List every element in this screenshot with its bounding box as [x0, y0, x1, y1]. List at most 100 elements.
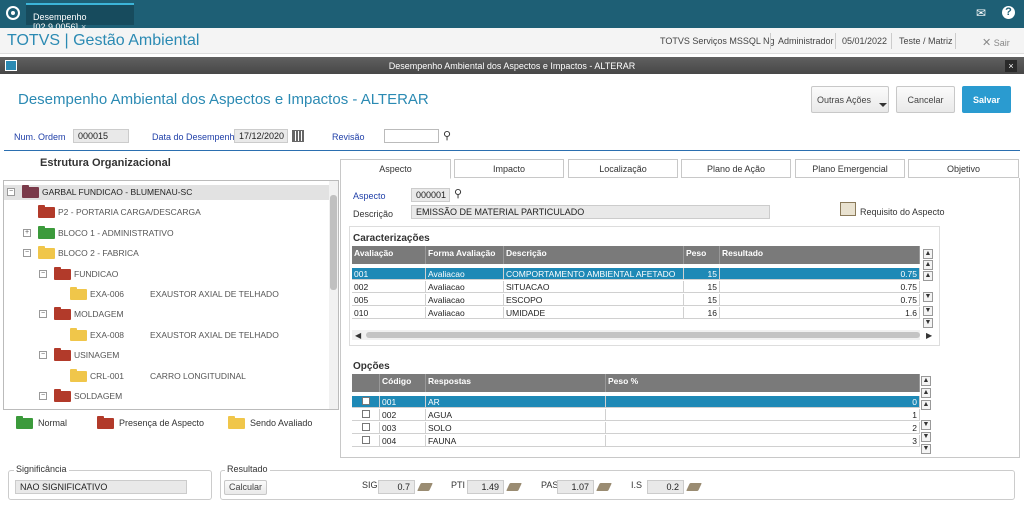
scroll-down-icon[interactable]: ▼ [923, 318, 933, 328]
col-header-check[interactable] [352, 374, 380, 392]
tab-localiza-o[interactable]: Localização [568, 159, 678, 178]
col-header-avaliacao[interactable]: Avaliação [352, 246, 426, 264]
scroll-down-icon[interactable]: ▼ [923, 292, 933, 302]
opcoes-grid[interactable]: Código Respostas Peso % 001 AR 0 002 AGUA 1 003 SO… [352, 374, 931, 454]
tab-impacto[interactable]: Impacto [454, 159, 564, 178]
tree-item[interactable]: − MOLDAGEM [4, 307, 330, 322]
document-icon[interactable] [840, 202, 856, 216]
tree-item[interactable]: − BLOCO 2 - FABRICA [4, 246, 330, 261]
col-header-peso[interactable]: Peso [684, 246, 720, 264]
col-header-forma[interactable]: Forma Avaliação [426, 246, 504, 264]
tree-item[interactable]: − SOLDAGEM [4, 389, 330, 404]
search-icon[interactable]: ⚲ [454, 187, 462, 200]
tree-item[interactable]: CRL-001 CARRO LONGITUDINAL [4, 368, 330, 384]
data-field[interactable]: 17/12/2020 [234, 129, 288, 143]
tab-objetivo[interactable]: Objetivo [908, 159, 1019, 178]
cell-check[interactable] [352, 396, 380, 408]
exit-button[interactable]: ✕ Sair [982, 36, 1010, 49]
table-row[interactable]: 002 AGUA 1 [352, 409, 920, 421]
table-row[interactable]: 002 Avaliacao SITUACAO 15 0.75 [352, 281, 920, 293]
tree-scroll-thumb[interactable] [330, 195, 337, 290]
cell-check[interactable] [352, 409, 380, 421]
pti-field[interactable]: 1.49 [467, 480, 504, 494]
cell-resultado: 0.75 [720, 281, 920, 293]
cell-peso: 1 [606, 409, 920, 421]
expander-icon[interactable]: − [7, 188, 15, 196]
calendar-icon[interactable] [292, 130, 304, 142]
expander-icon[interactable]: − [39, 310, 47, 319]
tree-item[interactable]: EXA-006 EXAUSTOR AXIAL DE TELHADO [4, 287, 330, 302]
divider [770, 33, 771, 49]
descricao-field[interactable]: EMISSÃO DE MATERIAL PARTICULADO [411, 205, 770, 219]
checkbox[interactable] [362, 410, 370, 418]
table-row[interactable]: 001 AR 0 [352, 396, 920, 408]
checkbox[interactable] [362, 436, 370, 444]
scroll-right-icon[interactable]: ▶ [926, 331, 932, 340]
tree-item[interactable]: − GARBAL FUNDICAO - BLUMENAU-SC [4, 185, 330, 200]
checkbox[interactable] [362, 397, 370, 405]
tab-aspecto[interactable]: Aspecto [340, 159, 451, 179]
browser-tab[interactable]: Desempenho [02.9.0056] × [26, 3, 134, 32]
col-header-descricao[interactable]: Descrição [504, 246, 684, 264]
col-header-respostas[interactable]: Respostas [426, 374, 606, 392]
checkbox[interactable] [362, 423, 370, 431]
caracterizacoes-grid[interactable]: Avaliação Forma Avaliação Descrição Peso Res… [352, 246, 933, 328]
mail-icon[interactable]: ✉ [976, 6, 986, 20]
calcular-button[interactable]: Calcular [224, 480, 267, 495]
save-button[interactable]: Salvar [962, 86, 1011, 113]
sig-field[interactable]: 0.7 [378, 480, 415, 494]
scroll-up-icon[interactable]: ▲ [921, 376, 931, 386]
cell-avaliacao: 002 [352, 281, 426, 293]
outras-acoes-button[interactable]: Outras Ações [811, 86, 889, 113]
col-header-peso[interactable]: Peso % [606, 374, 920, 392]
tree-item[interactable]: EXA-008 EXAUSTOR AXIAL DE TELHADO [4, 327, 330, 343]
scroll-up-icon[interactable]: ▲ [923, 260, 933, 270]
scroll-up-icon[interactable]: ▲ [921, 388, 931, 398]
col-header-resultado[interactable]: Resultado [720, 246, 920, 264]
search-icon[interactable]: ⚲ [443, 129, 451, 142]
cancel-button[interactable]: Cancelar [896, 86, 955, 113]
table-row[interactable]: 004 FAUNA 3 [352, 435, 920, 447]
scroll-up-icon[interactable]: ▲ [923, 271, 933, 281]
totvs-logo-icon[interactable] [6, 6, 20, 20]
table-row[interactable]: 001 Avaliacao COMPORTAMENTO AMBIENTAL AFET… [352, 268, 920, 280]
tree-item[interactable]: + BLOCO 1 - ADMINISTRATIVO [4, 225, 330, 241]
requisito-link[interactable]: Requisito do Aspecto [860, 207, 945, 217]
tab-plano-emergencial[interactable]: Plano Emergencial [795, 159, 905, 178]
tree-item[interactable]: − USINAGEM [4, 348, 330, 363]
org-tree[interactable]: − GARBAL FUNDICAO - BLUMENAU-SC P2 - PORTA… [3, 180, 339, 410]
aspecto-field[interactable]: 000001 [411, 188, 450, 202]
cell-peso: 3 [606, 435, 920, 447]
grid-hscroll-thumb[interactable] [366, 332, 920, 338]
tree-item[interactable]: P2 - PORTARIA CARGA/DESCARGA [4, 205, 330, 220]
scroll-down-icon[interactable]: ▼ [921, 432, 931, 442]
tree-item[interactable]: − FUNDICAO [4, 266, 330, 282]
num-ordem-field[interactable]: 000015 [73, 129, 129, 143]
revisao-field[interactable] [384, 129, 439, 143]
cell-descricao: SITUACAO [504, 281, 684, 293]
scroll-down-icon[interactable]: ▼ [921, 444, 931, 454]
scroll-left-icon[interactable]: ◀ [355, 331, 361, 340]
dialog-close-button[interactable]: × [1005, 60, 1017, 72]
expander-icon[interactable]: + [23, 228, 31, 237]
scroll-up-icon[interactable]: ▲ [923, 249, 933, 259]
cell-check[interactable] [352, 435, 380, 447]
pas-field[interactable]: 1.07 [557, 480, 594, 494]
cell-check[interactable] [352, 422, 380, 434]
help-icon[interactable]: ? [1002, 6, 1015, 19]
scroll-down-icon[interactable]: ▼ [923, 306, 933, 316]
significancia-field[interactable]: NAO SIGNIFICATIVO [15, 480, 187, 494]
scroll-up-icon[interactable]: ▲ [921, 400, 931, 410]
tab-plano-de-a-o[interactable]: Plano de Ação [681, 159, 791, 178]
expander-icon[interactable]: − [39, 392, 47, 400]
table-row[interactable]: 005 Avaliacao ESCOPO 15 0.75 [352, 294, 920, 306]
col-header-codigo[interactable]: Código [380, 374, 426, 392]
app-title: TOTVS | Gestão Ambiental [7, 32, 200, 49]
expander-icon[interactable]: − [39, 351, 47, 360]
expander-icon[interactable]: − [39, 269, 47, 278]
table-row[interactable]: 010 Avaliacao UMIDADE 16 1.6 [352, 307, 920, 319]
table-row[interactable]: 003 SOLO 2 [352, 422, 920, 434]
scroll-down-icon[interactable]: ▼ [921, 420, 931, 430]
is-field[interactable]: 0.2 [647, 480, 684, 494]
expander-icon[interactable]: − [23, 249, 31, 258]
